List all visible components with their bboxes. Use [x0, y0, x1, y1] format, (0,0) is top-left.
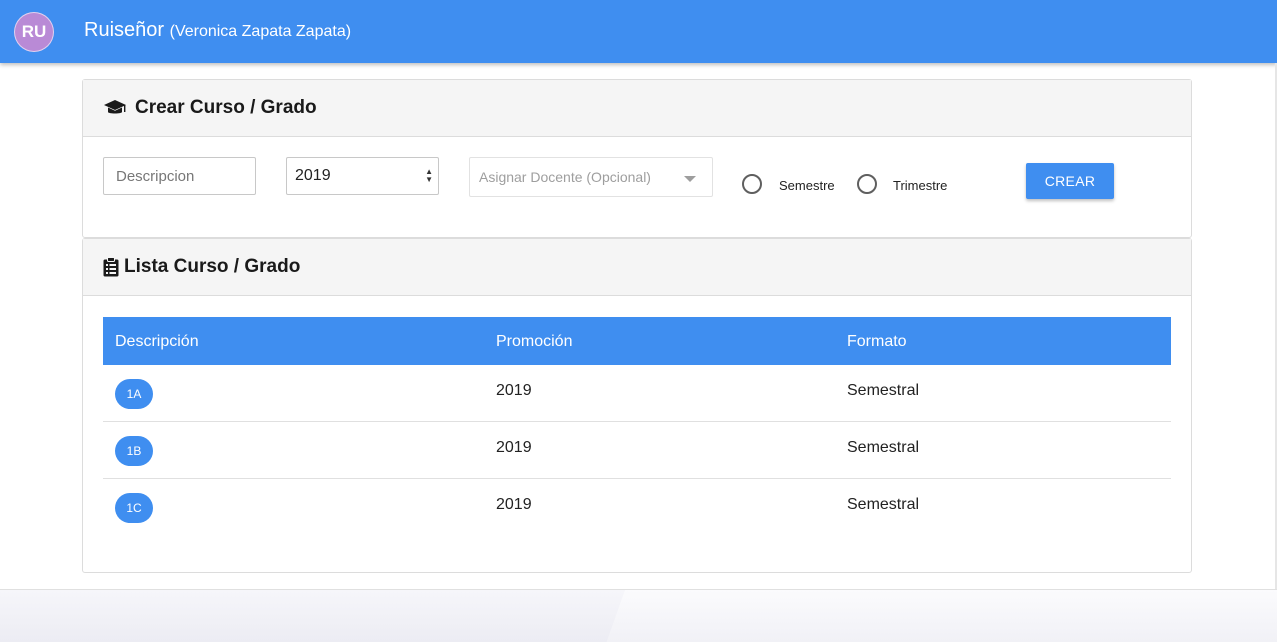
course-table: Descripción Promoción Formato 1A 2019 Se… [103, 317, 1171, 536]
current-user-name: (Veronica Zapata Zapata) [169, 23, 352, 40]
cell-promocion: 2019 [496, 496, 532, 513]
chevron-down-icon [684, 176, 696, 182]
table-row[interactable]: 1C 2019 Semestral [103, 479, 1171, 536]
cell-formato: Semestral [847, 439, 920, 456]
table-header: Descripción Promoción Formato [103, 317, 1171, 365]
create-course-title: Crear Curso / Grado [135, 97, 317, 118]
create-button[interactable]: CREAR [1026, 163, 1114, 199]
radio-semestre[interactable] [742, 174, 762, 194]
column-header-promocion[interactable]: Promoción [496, 333, 572, 351]
table-row[interactable]: 1B 2019 Semestral [103, 422, 1171, 479]
radio-trimestre-label[interactable]: Trimestre [893, 178, 947, 193]
column-header-formato[interactable]: Formato [847, 333, 907, 351]
course-list-header: Lista Curso / Grado [83, 239, 1191, 296]
avatar[interactable]: RU [14, 12, 54, 52]
radio-semestre-label[interactable]: Semestre [779, 178, 835, 193]
course-list-title: Lista Curso / Grado [124, 256, 301, 277]
cell-formato: Semestral [847, 382, 920, 399]
year-select-value: 2019 [295, 167, 331, 184]
cell-formato: Semestral [847, 496, 920, 513]
app-name: Ruiseñor [84, 19, 165, 41]
table-row[interactable]: 1A 2019 Semestral [103, 365, 1171, 422]
app-title: Ruiseñor (Veronica Zapata Zapata) [84, 19, 351, 42]
year-select[interactable]: 2019 ▲ ▼ [286, 157, 439, 195]
teacher-select[interactable]: Asignar Docente (Opcional) [469, 157, 713, 197]
cell-promocion: 2019 [496, 439, 532, 456]
radio-trimestre[interactable] [857, 174, 877, 194]
course-chip[interactable]: 1C [115, 493, 153, 523]
column-header-descripcion[interactable]: Descripción [115, 333, 199, 351]
description-input[interactable] [103, 157, 256, 195]
clipboard-list-icon [103, 257, 119, 277]
cell-promocion: 2019 [496, 382, 532, 399]
create-course-card: Crear Curso / Grado 2019 ▲▼ Asignar Doce… [82, 79, 1192, 238]
graduation-cap-icon [104, 100, 126, 114]
teacher-select-placeholder: Asignar Docente (Opcional) [479, 169, 651, 185]
course-list-card: Lista Curso / Grado Descripción Promoció… [82, 238, 1192, 573]
course-chip[interactable]: 1B [115, 436, 153, 466]
top-app-bar: RU Ruiseñor (Veronica Zapata Zapata) [0, 0, 1277, 63]
footer [0, 589, 1277, 642]
select-arrows-icon: ▲ ▼ [425, 167, 433, 184]
footer-decoration [0, 590, 625, 642]
course-chip[interactable]: 1A [115, 379, 153, 409]
create-course-header: Crear Curso / Grado [83, 80, 1191, 137]
